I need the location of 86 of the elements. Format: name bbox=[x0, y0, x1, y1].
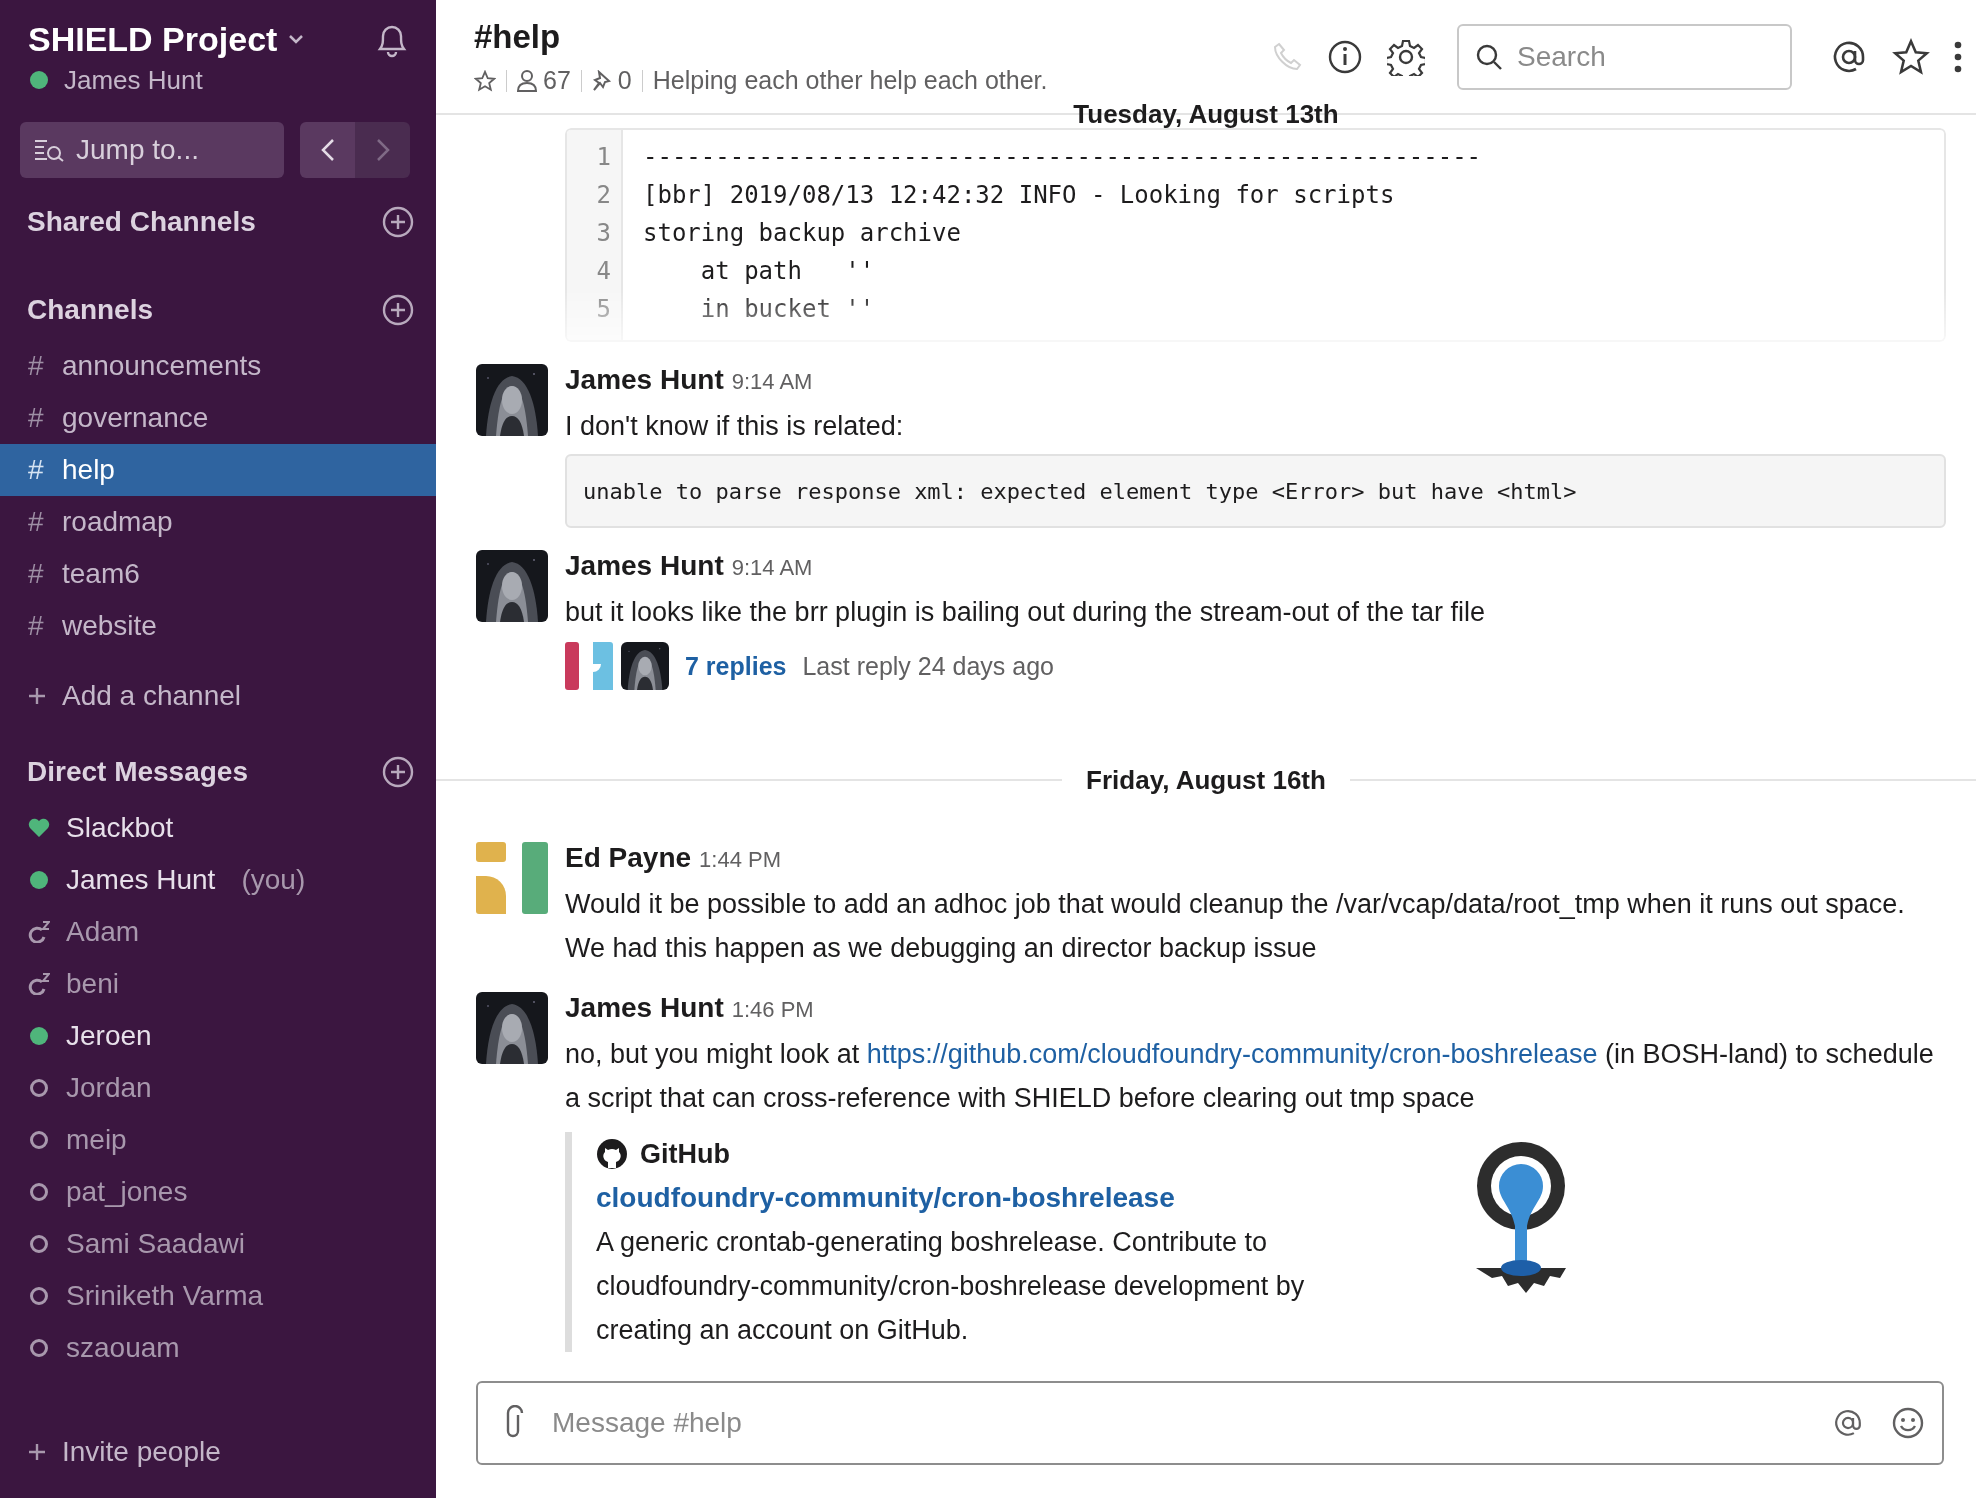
channel-item[interactable]: # website bbox=[0, 600, 436, 652]
direct-message-item[interactable]: Slackbot bbox=[0, 802, 436, 854]
line-number: 1 bbox=[595, 142, 611, 173]
channel-item[interactable]: # roadmap bbox=[0, 496, 436, 548]
message-text: I don't know if this is related: bbox=[565, 410, 905, 443]
jump-to-field[interactable]: Jump to... bbox=[20, 122, 284, 178]
url-link[interactable]: https://github.com/cloudfoundry-community/cron-boshrelease bbox=[866, 1039, 1598, 1069]
back-button[interactable] bbox=[300, 122, 355, 178]
direct-message-item[interactable]: Jeroen bbox=[0, 1010, 436, 1062]
plus-icon bbox=[28, 687, 46, 705]
search-icon bbox=[34, 138, 64, 162]
channel-item[interactable]: # team6 bbox=[0, 548, 436, 600]
mention-icon[interactable] bbox=[1832, 1407, 1864, 1439]
channel-item[interactable]: # governance bbox=[0, 392, 436, 444]
direct-message-item[interactable]: Sriniketh Varma bbox=[0, 1270, 436, 1322]
channel-title: #help bbox=[474, 18, 562, 56]
search-field[interactable]: Search bbox=[1457, 23, 1792, 90]
attachment-title-link[interactable]: cloudfoundry-community/cron-boshrelease bbox=[596, 1176, 1356, 1220]
github-icon bbox=[596, 1138, 628, 1170]
message-text: Would it be possible to add an adhoc job that would cleanup the /var/vcap/data/root_tmp when it runs out space. We had this happen as we debugging an director backup issue bbox=[565, 888, 1906, 965]
caret-icon[interactable] bbox=[289, 34, 304, 44]
code-line: ---------------------------------------------------------- bbox=[643, 142, 1482, 173]
date-divider: Tuesday, August 13th bbox=[1072, 98, 1340, 130]
line-number: 4 bbox=[595, 256, 611, 287]
direct-message-item[interactable]: James Hunt (you) bbox=[0, 854, 436, 906]
star-icon[interactable] bbox=[474, 69, 496, 92]
channel-item[interactable]: # help bbox=[0, 444, 436, 496]
line-number: 5 bbox=[595, 294, 611, 325]
timestamp[interactable]: 1:46 PM bbox=[731, 997, 814, 1023]
direct-message-item[interactable]: Jordan bbox=[0, 1062, 436, 1114]
code-line: storing backup archive bbox=[643, 218, 962, 249]
star-icon[interactable] bbox=[1892, 37, 1930, 76]
workspace-name[interactable]: SHIELD Project bbox=[28, 19, 278, 59]
chevron-left-icon bbox=[320, 138, 335, 162]
pin-count[interactable]: 0 bbox=[591, 66, 632, 95]
timestamp[interactable]: 1:44 PM bbox=[699, 847, 781, 873]
add-channel-link[interactable]: Add a channel bbox=[0, 670, 436, 722]
attachment-description: A generic crontab-generating boshrelease. Contribute to cloudfoundry-community/cron-boshrelease development by creating an account on GitHub. bbox=[596, 1226, 1306, 1347]
direct-message-item[interactable]: Adam bbox=[0, 906, 436, 958]
pin-icon bbox=[591, 69, 612, 92]
you-label: (you) bbox=[241, 864, 306, 896]
author-name[interactable]: James Hunt bbox=[565, 364, 724, 396]
message-text: no, but you might look at https://github.com/cloudfoundry-community/cron-boshrelease (in BOSH-land) to schedule a script that can cross-reference with SHIELD before clearing out tmp space bbox=[565, 1038, 1935, 1115]
line-number: 3 bbox=[595, 218, 611, 249]
code-line: in bucket '' bbox=[699, 294, 876, 325]
direct-message-item[interactable]: beni bbox=[0, 958, 436, 1010]
author-name[interactable]: James Hunt bbox=[565, 550, 724, 582]
author-name[interactable]: James Hunt bbox=[565, 992, 724, 1024]
author-name[interactable]: Ed Payne bbox=[565, 842, 692, 874]
plus-icon bbox=[28, 1443, 46, 1461]
invite-people-link[interactable]: Invite people bbox=[0, 1426, 436, 1478]
timestamp[interactable]: 9:14 AM bbox=[731, 555, 813, 581]
search-icon bbox=[1475, 42, 1503, 71]
settings-icon[interactable] bbox=[1387, 37, 1425, 76]
direct-message-item[interactable]: meip bbox=[0, 1114, 436, 1166]
user-name: James Hunt bbox=[64, 64, 203, 96]
message-input[interactable]: Message #help bbox=[476, 1381, 1944, 1465]
add-icon[interactable] bbox=[382, 294, 414, 326]
section-heading[interactable]: Channels bbox=[27, 294, 154, 326]
person-icon bbox=[517, 69, 537, 92]
code-line: [bbr] 2019/08/13 12:42:32 INFO - Looking for scripts bbox=[643, 180, 1396, 211]
info-icon[interactable] bbox=[1327, 38, 1363, 75]
date-divider: Friday, August 16th bbox=[1085, 764, 1327, 796]
emoji-icon[interactable] bbox=[1892, 1407, 1924, 1439]
chevron-right-icon bbox=[375, 138, 390, 162]
timestamp[interactable]: 9:14 AM bbox=[731, 369, 813, 395]
section-heading[interactable]: Shared Channels bbox=[27, 206, 256, 238]
member-count[interactable]: 67 bbox=[517, 66, 571, 95]
direct-message-item[interactable]: Sami Saadawi bbox=[0, 1218, 436, 1270]
service-name: GitHub bbox=[640, 1138, 730, 1170]
line-number: 2 bbox=[595, 180, 611, 211]
message-text: but it looks like the brr plugin is bailing out during the stream-out of the tar file bbox=[565, 596, 1486, 629]
direct-message-item[interactable]: pat_jones bbox=[0, 1166, 436, 1218]
channel-topic: Helping each other help each other. bbox=[652, 66, 1048, 95]
section-heading[interactable]: Direct Messages bbox=[27, 756, 248, 788]
add-icon[interactable] bbox=[382, 756, 414, 788]
identicon-avatar bbox=[476, 842, 548, 914]
replies-link[interactable]: 7 replies bbox=[685, 651, 787, 681]
add-icon[interactable] bbox=[382, 206, 414, 238]
code-line: at path '' bbox=[699, 256, 876, 287]
code-block: unable to parse response xml: expected element type <Error> but have <html> bbox=[565, 454, 1946, 528]
channel-item[interactable]: # announcements bbox=[0, 340, 436, 392]
more-icon[interactable] bbox=[1954, 40, 1962, 73]
direct-message-item[interactable]: szaouam bbox=[0, 1322, 436, 1374]
last-reply-text: Last reply 24 days ago bbox=[802, 651, 1054, 681]
identicon-avatar bbox=[565, 642, 613, 690]
